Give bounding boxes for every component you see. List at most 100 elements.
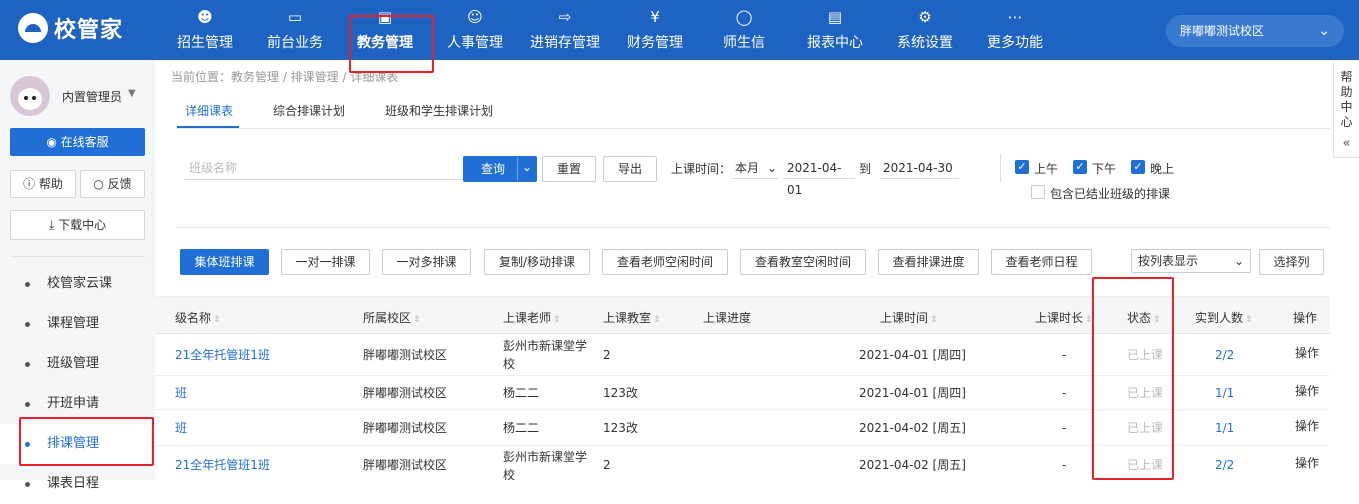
nav-label: 报表中心 [807, 35, 863, 51]
cell-attendance[interactable]: 2/2 [1215, 456, 1234, 474]
chevron-down-icon[interactable]: ⌄ [522, 160, 532, 174]
nav-settings[interactable]: ⚙ 系统设置 [890, 0, 960, 60]
sidebar-item-timetable[interactable]: 课表日程 [0, 464, 155, 504]
view-mode-select[interactable]: 按列表显示 ⌄ [1131, 249, 1251, 273]
logo-icon [18, 13, 48, 43]
sidebar-item-course[interactable]: 课程管理 [0, 304, 155, 344]
double-chevron-left-icon[interactable]: « [1334, 136, 1359, 151]
download-icon: ⤓ [48, 218, 55, 232]
cell-time: 2021-04-02 [周五] [859, 458, 966, 472]
export-button[interactable]: 导出 [603, 156, 657, 182]
sidebar-item-scheduling[interactable]: 排课管理 [0, 424, 155, 464]
cell-status: 已上课 [1127, 386, 1164, 400]
morning-checkbox[interactable]: ✓ [1015, 160, 1029, 174]
group-class-schedule-button[interactable]: 集体班排课 [180, 249, 269, 275]
feedback-button[interactable]: ○ 反馈 [80, 170, 145, 198]
nav-finance[interactable]: ¥ 财务管理 [620, 0, 690, 60]
sidebar-item-label: 课表日程 [47, 476, 100, 491]
teacher-calendar-button[interactable]: 查看老师日程 [991, 249, 1092, 275]
query-split-divider [517, 157, 518, 181]
help-button[interactable]: ⓘ 帮助 [10, 170, 76, 198]
user-name[interactable]: 内置管理员 [62, 88, 122, 105]
feedback-icon: ○ [93, 177, 104, 191]
start-date-input[interactable]: 2021-04-01 [783, 157, 855, 197]
caret-down-icon[interactable]: ▼ [128, 88, 136, 99]
help-center-tab[interactable]: 帮助中心 « [1333, 62, 1359, 158]
sidebar-divider [10, 256, 145, 257]
yen-shield-icon: ¥ [650, 8, 660, 26]
col-status[interactable]: 状态 ⇕ [1127, 309, 1161, 326]
row-action-button[interactable]: 操作 [1295, 344, 1319, 362]
schedule-progress-button[interactable]: 查看排课进度 [878, 249, 979, 275]
nav-label: 人事管理 [447, 35, 503, 51]
avatar[interactable] [10, 76, 50, 116]
cell-attendance[interactable]: 1/1 [1215, 384, 1234, 402]
col-time[interactable]: 上课时间 ⇕ [880, 309, 938, 326]
online-service-button[interactable]: ◉ 在线客服 [10, 128, 145, 156]
cell-teacher-line2: 校 [503, 357, 516, 371]
col-actions: 操作 [1293, 311, 1318, 325]
nav-academic[interactable]: ▣ 教务管理 [350, 0, 420, 60]
download-center-button[interactable]: ⤓ 下载中心 [10, 210, 145, 240]
cell-class-name[interactable]: 21全年托管班1班 [175, 346, 270, 364]
col-class-name[interactable]: 级名称 ⇕ [175, 309, 221, 326]
sidebar-item-class-application[interactable]: 开班申请 [0, 384, 155, 424]
cell-attendance[interactable]: 1/1 [1215, 419, 1234, 437]
morning-label: 上午 [1034, 162, 1059, 176]
row-action-button[interactable]: 操作 [1295, 417, 1319, 435]
cell-attendance[interactable]: 2/2 [1215, 346, 1234, 364]
brand-logo[interactable]: 校管家 [18, 12, 123, 44]
col-campus[interactable]: 所属校区 ⇕ [363, 309, 421, 326]
col-attendance[interactable]: 实到人数 ⇕ [1195, 309, 1253, 326]
cell-campus: 胖嘟嘟测试校区 [363, 458, 448, 472]
chat-icon: ◯ [735, 8, 753, 26]
nav-more[interactable]: ⋯ 更多功能 [980, 0, 1050, 60]
row-action-button[interactable]: 操作 [1295, 454, 1319, 472]
tab-overall-plan[interactable]: 综合排课计划 [273, 102, 345, 119]
cell-class-name[interactable]: 21全年托管班1班 [175, 456, 270, 474]
period-value: 本月 [735, 161, 760, 175]
cell-time: 2021-04-02 [周五] [859, 421, 966, 435]
row-action-button[interactable]: 操作 [1295, 382, 1319, 400]
choose-columns-button[interactable]: 选择列 [1259, 249, 1324, 275]
one-to-one-schedule-button[interactable]: 一对一排课 [281, 249, 370, 275]
view-mode-value: 按列表显示 [1138, 254, 1199, 268]
cell-room: 123改 [603, 386, 638, 400]
sidebar: 内置管理员 ▼ ◉ 在线客服 ⓘ 帮助 ○ 反馈 ⤓ 下载中心 校管家云课 课程… [0, 60, 155, 491]
reset-button[interactable]: 重置 [542, 156, 596, 182]
nav-messages[interactable]: ◯ 师生信 [712, 0, 776, 60]
include-finished-checkbox[interactable] [1031, 185, 1045, 199]
nav-front-desk[interactable]: ▭ 前台业务 [260, 0, 330, 60]
nav-hr[interactable]: ☺ 人事管理 [440, 0, 510, 60]
cell-duration: - [1062, 458, 1067, 472]
tab-detailed-timetable[interactable]: 详细课表 [185, 102, 233, 119]
tab-class-student-plan[interactable]: 班级和学生排课计划 [385, 102, 493, 119]
nav-reports[interactable]: ▤ 报表中心 [800, 0, 870, 60]
campus-name: 胖嘟嘟测试校区 [1180, 24, 1265, 38]
cell-teacher: 杨二二 [503, 421, 540, 435]
col-progress: 上课进度 [703, 311, 752, 325]
cell-class-name[interactable]: 班 [175, 384, 187, 402]
cell-class-name[interactable]: 班 [175, 419, 187, 437]
evening-checkbox[interactable]: ✓ [1131, 160, 1145, 174]
cell-teacher: 彭州市新课堂学 [503, 339, 588, 353]
nav-inventory[interactable]: ⇨ 进销存管理 [525, 0, 605, 60]
sidebar-item-class[interactable]: 班级管理 [0, 344, 155, 384]
sort-icon: ⇕ [413, 315, 421, 325]
col-teacher[interactable]: 上课老师 ⇕ [503, 309, 561, 326]
teacher-free-time-button[interactable]: 查看老师空闲时间 [602, 249, 728, 275]
period-select[interactable]: 本月 ⌄ [731, 157, 779, 179]
col-room[interactable]: 上课教室 ⇕ [603, 309, 661, 326]
room-free-time-button[interactable]: 查看教室空闲时间 [740, 249, 866, 275]
sort-icon: ⇕ [213, 315, 221, 325]
campus-selector[interactable]: 胖嘟嘟测试校区 ⌄ [1166, 15, 1344, 47]
sidebar-item-cloud-course[interactable]: 校管家云课 [0, 264, 155, 304]
cell-status: 已上课 [1127, 348, 1164, 362]
one-to-many-schedule-button[interactable]: 一对多排课 [382, 249, 471, 275]
copy-move-schedule-button[interactable]: 复制/移动排课 [484, 249, 590, 275]
end-date-input[interactable]: 2021-04-30 [879, 157, 959, 179]
class-name-input[interactable]: 班级名称 [185, 156, 463, 180]
nav-enrollment[interactable]: ☻ 招生管理 [170, 0, 240, 60]
afternoon-checkbox[interactable]: ✓ [1073, 160, 1087, 174]
col-duration[interactable]: 上课时长 ⇕ [1035, 309, 1093, 326]
